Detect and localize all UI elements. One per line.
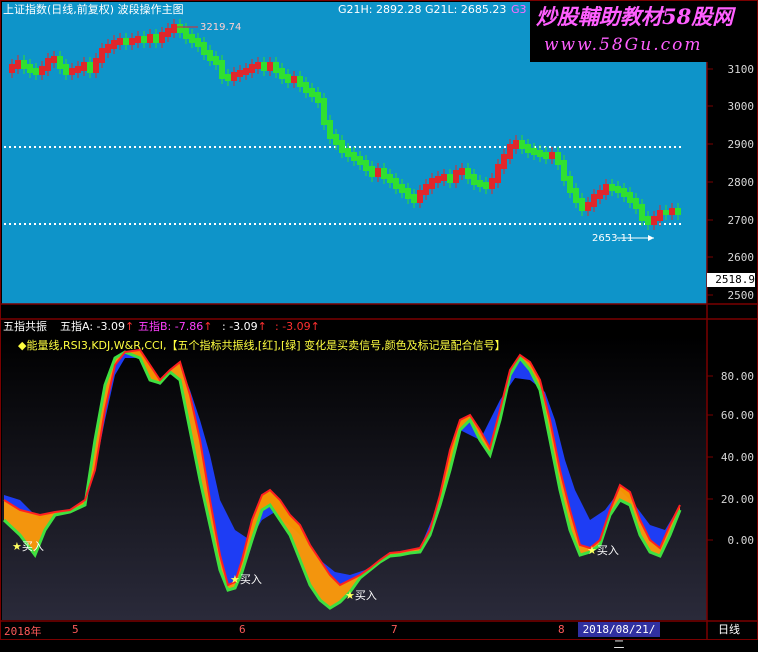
indicator-name[interactable]: 五指共振	[3, 320, 47, 333]
indicator-tick: 0.00	[727, 534, 755, 547]
buy-signal: ★买入	[587, 544, 619, 557]
indicator-d-value: : -3.09↑	[275, 320, 320, 333]
indicator-c-value: : -3.09↑	[222, 320, 267, 333]
price-tick: 2800	[727, 176, 755, 189]
date-label: 8	[558, 623, 565, 636]
g21h-label: G21H: 2892.28	[338, 3, 422, 16]
watermark-box: 炒股輔助教材58股网 www.58Gu.com	[530, 2, 756, 62]
g21-extra-label: G3	[511, 3, 527, 16]
price-tick: 2900	[727, 138, 755, 151]
date-label: 7	[391, 623, 398, 636]
price-tick: 3000	[727, 100, 755, 113]
selected-date: 2018/08/21/二	[578, 622, 660, 651]
main-chart-title: 上证指数(日线,前复权) 波段操作主图	[3, 3, 184, 16]
low-marker-label: 2653.11	[592, 233, 634, 244]
indicator-a-value: 五指A: -3.09↑	[60, 320, 135, 333]
indicator-tick: 20.00	[720, 493, 754, 506]
indicator-tick: 80.00	[720, 370, 754, 383]
date-label: 5	[72, 623, 79, 636]
price-tick: 2600	[727, 251, 755, 264]
indicator-description: ◆能量线,RSI3,KDJ,W&R,CCI,【五个指标共振线,[红],[绿] 变…	[18, 339, 506, 352]
price-tick: 2500	[727, 289, 755, 302]
indicator-tick: 40.00	[720, 451, 754, 464]
current-price-tag: 2518.9	[707, 273, 755, 287]
g21l-label: G21L: 2685.23	[425, 3, 507, 16]
buy-signal: ★买入	[345, 589, 377, 602]
watermark-url: www.58Gu.com	[544, 35, 703, 55]
indicator-b-value: 五指B: -7.86↑	[138, 320, 213, 333]
buy-signal: ★买入	[230, 573, 262, 586]
price-tick: 3100	[727, 63, 755, 76]
date-label: 2018年	[4, 625, 42, 638]
price-tick: 2700	[727, 214, 755, 227]
date-label: 6	[239, 623, 246, 636]
indicator-tick: 60.00	[720, 409, 754, 422]
high-marker-label: 3219.74	[200, 22, 242, 33]
period-label[interactable]: 日线	[718, 623, 740, 636]
watermark-title: 炒股輔助教材58股网	[536, 4, 734, 29]
buy-signal: ★买入	[12, 540, 44, 553]
